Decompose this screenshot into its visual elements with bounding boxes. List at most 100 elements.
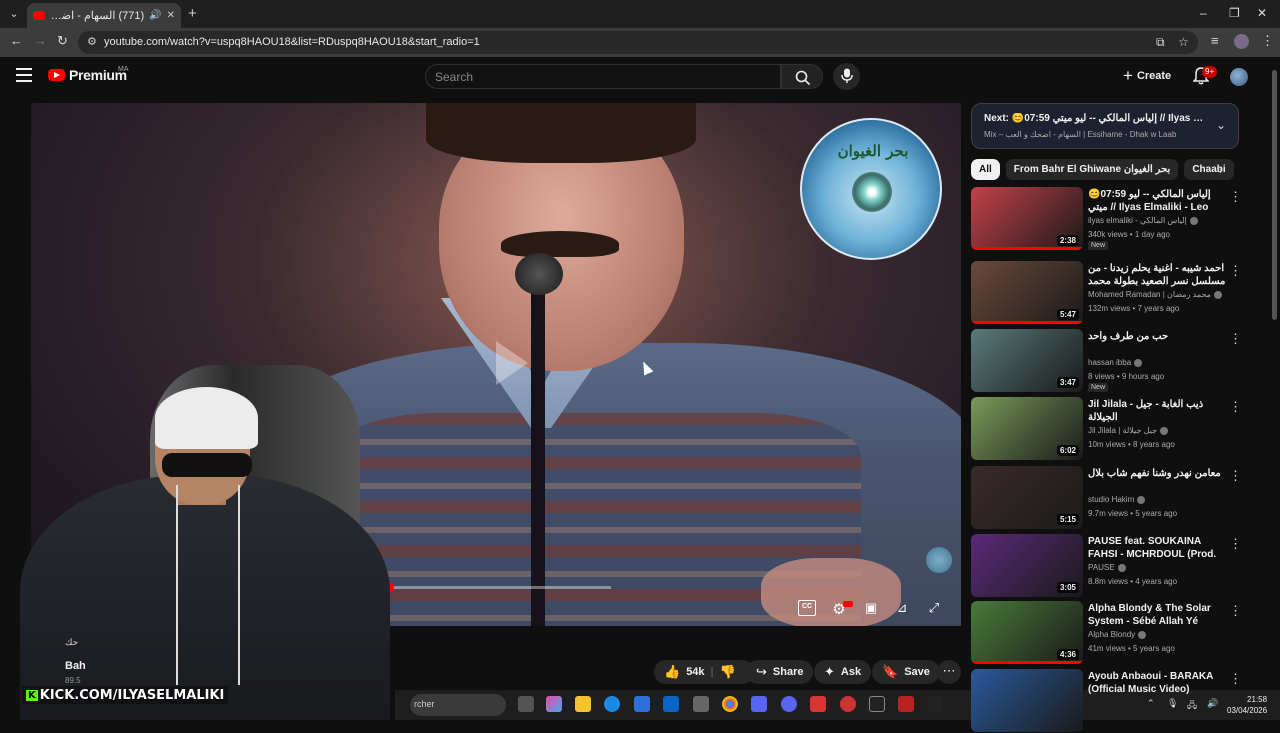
tab-audio-icon[interactable]: 🔊 [149,10,161,21]
recommendation-item[interactable]: Ayoub Anbaoui - BARAKA (Official Music V… [971,669,1251,733]
more-options-icon[interactable]: ⋮ [1229,331,1242,347]
cast-icon[interactable]: ⊿ [893,600,911,616]
chrome-icon[interactable] [722,696,738,712]
extensions-icon[interactable]: ≡ [1211,33,1219,48]
recommendation-item[interactable]: 6:02 Jil Jilala - ذيب الغابة - جيل الجيلا… [971,397,1251,461]
more-options-icon[interactable]: ⋮ [1229,189,1242,205]
video-thumbnail[interactable]: 4:36 [971,601,1083,664]
more-options-icon[interactable]: ⋮ [1229,399,1242,415]
more-options-icon[interactable]: ⋮ [1229,671,1242,687]
create-button[interactable]: + Create [1123,66,1171,86]
video-title[interactable]: PAUSE feat. SOUKAINA FAHSI - MCHRDOUL (P… [1088,535,1226,561]
more-options-icon[interactable]: ⋮ [1229,263,1242,279]
task-view-icon[interactable] [518,696,534,712]
account-avatar[interactable] [1230,68,1248,86]
ask-button[interactable]: ✦ Ask [814,660,872,684]
chevron-down-icon[interactable]: ⌄ [1216,118,1226,132]
playlist-next-panel[interactable]: Next: 😊07:59 إلياس المالكي -- ليو ميتي /… [971,103,1239,149]
chip-chaabi[interactable]: Chaabi [1184,159,1234,180]
search-input[interactable]: Search [425,64,781,89]
channel-name[interactable]: Alpha Blondy [1088,630,1226,639]
channel-name[interactable]: ilyas elmaliki - إلياس المالكي [1088,216,1226,225]
guide-menu-icon[interactable] [16,68,32,82]
video-title[interactable]: Jil Jilala - ذيب الغابة - جيل الجيلالة [1088,398,1226,424]
edge-icon[interactable] [604,696,620,712]
chip-all[interactable]: All [971,159,1000,180]
bookmark-star-icon[interactable]: ☆ [1178,35,1189,49]
video-thumbnail[interactable]: 6:02 [971,397,1083,460]
tab-list-button[interactable]: ⌄ [5,5,23,23]
discord-icon[interactable] [781,696,797,712]
video-title[interactable]: Alpha Blondy & The Solar System - Sébé A… [1088,602,1226,628]
window-close-icon[interactable]: ✕ [1257,6,1267,20]
recorder-icon[interactable] [898,696,914,712]
video-thumbnail[interactable]: 2:38 [971,187,1083,250]
browser-profile-avatar[interactable] [1234,34,1249,49]
app-icon[interactable] [693,696,709,712]
store-icon[interactable] [634,696,650,712]
copilot-icon[interactable] [546,696,562,712]
channel-name[interactable]: Jil Jilala | جيل جيلالة [1088,426,1226,435]
app-red-icon[interactable] [840,696,856,712]
adobe-icon[interactable] [810,696,826,712]
channel-name-partial[interactable]: Bah [65,660,86,672]
share-button[interactable]: ↪ Share [746,660,814,684]
subtitles-icon[interactable]: CC [798,600,816,616]
save-button[interactable]: 🔖 Save [872,660,940,684]
channel-name[interactable]: studio Hakim [1088,495,1226,504]
file-explorer-icon[interactable] [575,696,591,712]
terminal-icon[interactable] [927,696,943,712]
tab-close-icon[interactable]: ✕ [167,10,175,21]
voice-search-button[interactable] [833,63,860,90]
recommendation-item[interactable]: 4:36 Alpha Blondy & The Solar System - Sé… [971,601,1251,665]
address-bar[interactable]: ⚙ youtube.com/watch?v=uspq8HAOU18&list=R… [78,31,1198,54]
recommendation-item[interactable]: 2:38 😊07:59 إلياس المالكي -- ليو ميتي // … [971,187,1251,251]
video-title[interactable]: Ayoub Anbaoui - BARAKA (Official Music V… [1088,670,1226,696]
install-app-icon[interactable]: ⧉ [1156,35,1165,50]
outlook-icon[interactable] [663,696,679,712]
like-thumb-icon[interactable]: 👍 [664,664,680,680]
video-title[interactable]: حب من طرف واحد [1088,330,1226,343]
like-count[interactable]: 54k [686,666,704,678]
video-title[interactable]: احمد شيبه - اغنية يحلم زيدنا - من مسلسل … [1088,262,1226,288]
video-title[interactable]: 😊07:59 إلياس المالكي -- ليو ميتي // Ilya… [1088,188,1226,214]
video-thumbnail[interactable]: 3:47 [971,329,1083,392]
more-options-icon[interactable]: ⋮ [1229,468,1242,484]
search-button[interactable] [781,64,823,89]
app-dark-icon[interactable] [869,696,885,712]
dislike-thumb-icon[interactable]: 👎 [720,664,736,680]
back-icon[interactable]: ← [10,33,23,48]
taskbar-search[interactable]: rcher [410,694,506,716]
video-title[interactable]: معامن نهدر وشنا نفهم شاب بلال [1088,467,1226,480]
recommendation-item[interactable]: 5:15 معامن نهدر وشنا نفهم شاب بلال studio … [971,466,1251,530]
more-options-icon[interactable]: ⋮ [1229,603,1242,619]
more-options-icon[interactable]: ⋮ [1229,536,1242,552]
browser-menu-icon[interactable]: ⋮ [1261,33,1274,49]
channel-name[interactable]: Mohamed Ramadan | محمد رمضان [1088,290,1226,299]
chevron-right-icon[interactable]: › [1219,165,1223,177]
fullscreen-icon[interactable]: ⤢ [925,600,943,616]
page-scrollbar[interactable] [1272,70,1277,320]
site-info-icon[interactable]: ⚙ [87,35,97,48]
reload-icon[interactable]: ↻ [57,33,68,49]
recommendation-item[interactable]: 5:47 احمد شيبه - اغنية يحلم زيدنا - من مس… [971,261,1251,325]
miniplayer-icon[interactable]: ▣ [862,600,880,616]
video-thumbnail[interactable]: 5:15 [971,466,1083,529]
gaming-icon[interactable] [751,696,767,712]
more-actions-icon[interactable]: ⋯ [937,660,961,684]
forward-icon[interactable]: → [34,33,47,48]
new-tab-button[interactable]: + [188,5,197,22]
maximize-icon[interactable]: ❐ [1229,6,1240,20]
recommendation-item[interactable]: 3:47 حب من طرف واحد hassan ibba 8 views • 9… [971,329,1251,393]
recommendation-item[interactable]: 3:05 PAUSE feat. SOUKAINA FAHSI - MCHRDOU… [971,534,1251,598]
browser-tab[interactable]: (771) السهام - اضحك و العب 🔊 ✕ [27,3,181,28]
channel-name[interactable]: hassan ibba [1088,358,1226,367]
chip-from-channel[interactable]: From Bahr El Ghiwane بحر الغيوان [1005,159,1179,180]
video-thumbnail[interactable] [971,669,1083,732]
youtube-premium-logo[interactable]: Premium MA [48,66,129,83]
minimize-icon[interactable]: – [1200,6,1207,20]
video-thumbnail[interactable]: 5:47 [971,261,1083,324]
channel-watermark-icon[interactable] [926,547,952,573]
video-thumbnail[interactable]: 3:05 [971,534,1083,597]
channel-name[interactable]: PAUSE [1088,563,1226,572]
